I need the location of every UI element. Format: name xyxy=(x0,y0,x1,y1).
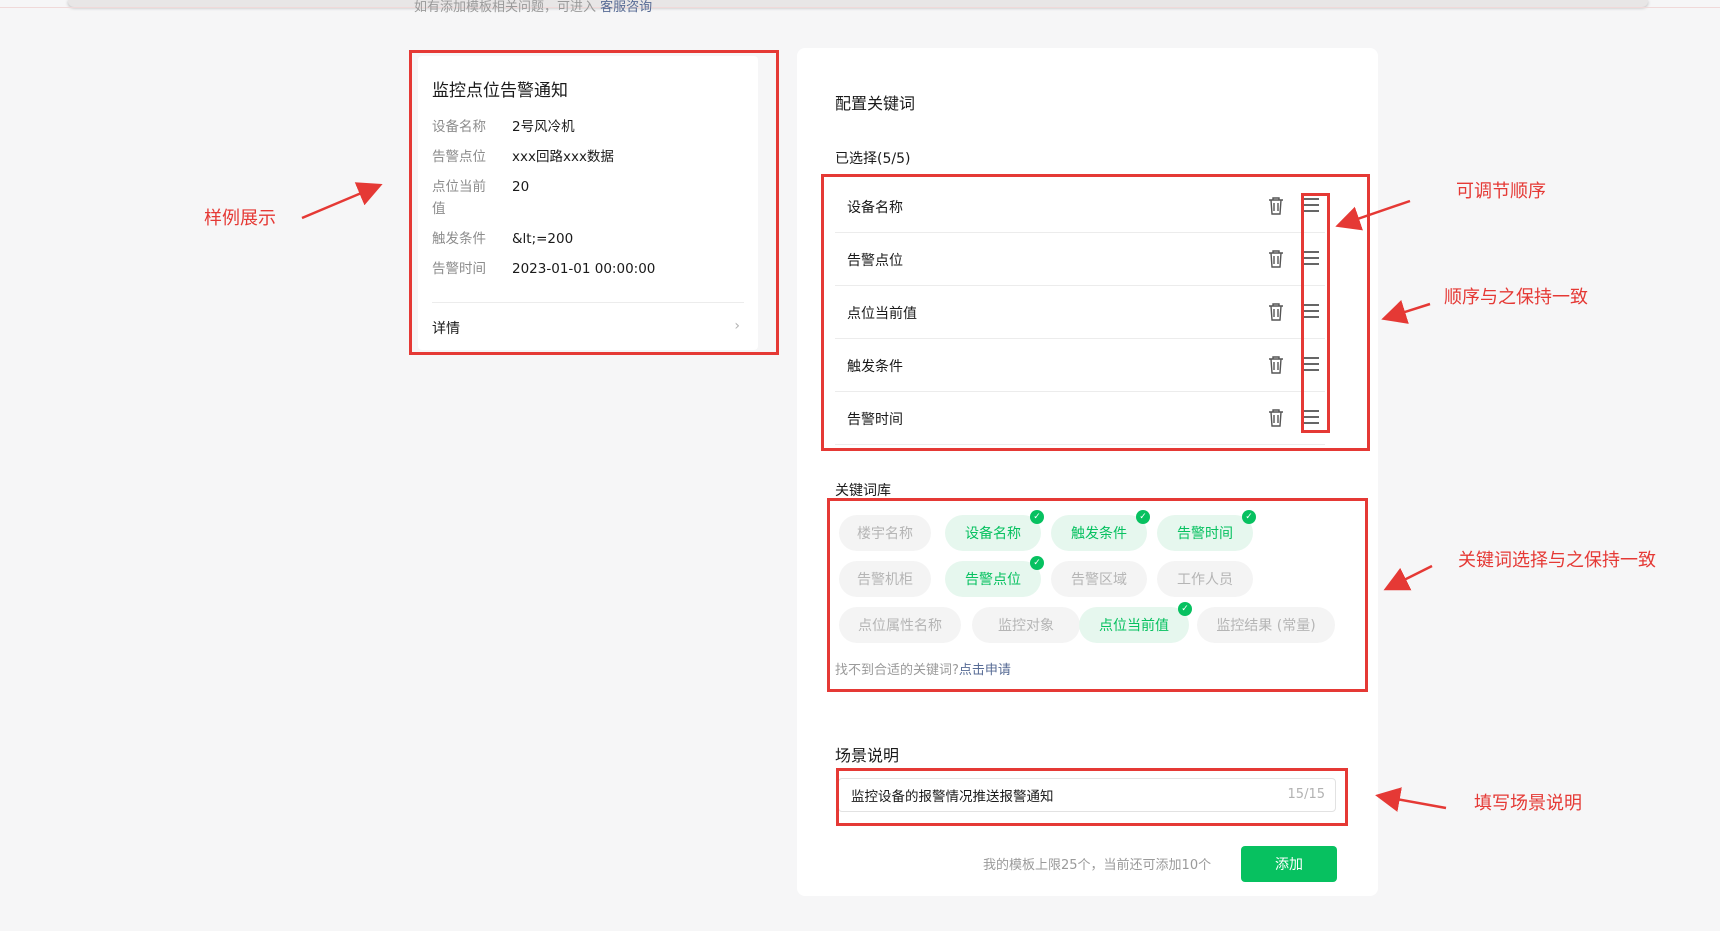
annotation-arrows xyxy=(301,182,1447,812)
arrow-icon xyxy=(301,182,383,220)
arrow-icon xyxy=(1381,300,1431,324)
arrow-icon xyxy=(1383,564,1433,591)
arrow-icon xyxy=(1335,199,1411,231)
arrow-icon xyxy=(1375,787,1447,812)
